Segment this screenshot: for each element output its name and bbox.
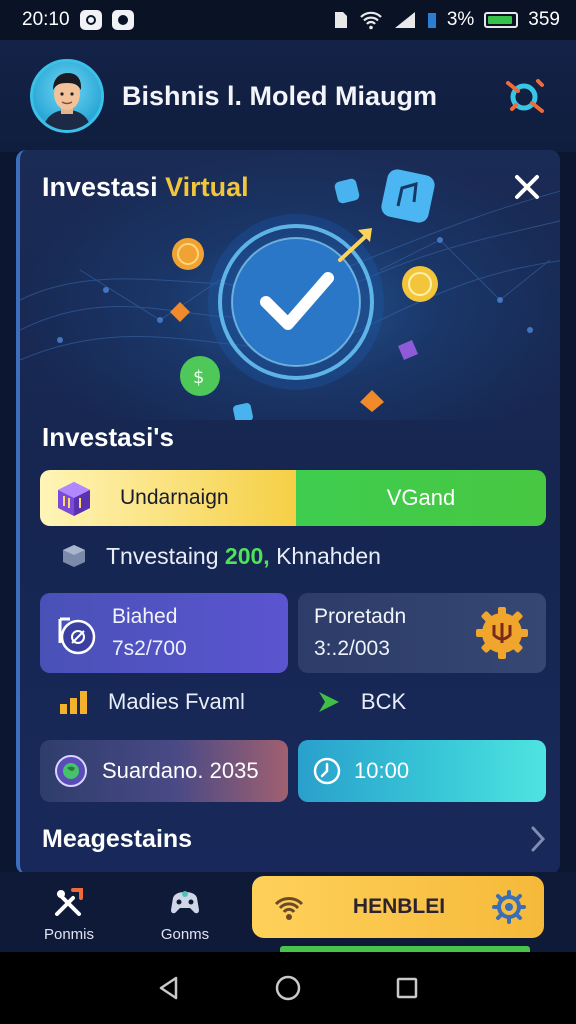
wifi-icon	[360, 11, 382, 30]
toggle-right-label: VGand	[386, 485, 456, 510]
sim-icon	[334, 12, 347, 28]
globe-badge-icon	[55, 755, 87, 787]
toggle-left-label: Undarnaign	[120, 486, 229, 509]
pill-button-right[interactable]: 10:00	[298, 740, 546, 802]
status-time: 20:10	[22, 9, 70, 30]
back-icon[interactable]	[154, 973, 184, 1003]
system-nav-bar	[0, 952, 576, 1024]
clock-icon	[313, 757, 341, 785]
cube-icon	[58, 482, 90, 516]
avatar[interactable]	[30, 59, 104, 133]
mini-item-bck-label: BCK	[360, 689, 407, 714]
recents-icon[interactable]	[392, 973, 422, 1003]
nav-item-gonms[interactable]: Gonms	[140, 884, 230, 943]
card-title-main: Investasi	[42, 172, 158, 202]
investment-info-row: Tnvestaing 200, Khnahden	[60, 542, 381, 570]
nav-item-ponmis[interactable]: Ponmis	[24, 884, 114, 943]
info-suffix: Khnahden	[276, 542, 381, 569]
stat-card-right[interactable]: Proretadn 3:.2/003	[298, 593, 546, 673]
svg-text:$: $	[193, 367, 204, 388]
orbit-search-icon[interactable]	[502, 73, 548, 119]
battery-small-icon	[427, 13, 436, 28]
battery-icon	[484, 12, 519, 28]
toggle-option-left[interactable]: Undarnaign	[40, 470, 296, 526]
stat-card-left[interactable]: Biahed 7s2/700	[40, 593, 288, 673]
avatar-person-icon	[43, 73, 91, 130]
status-right: 3% 359	[333, 9, 560, 31]
cta-label: HENBLEI	[352, 895, 446, 918]
pill-right-label: 10:00	[354, 758, 410, 783]
play-arrow-icon	[318, 692, 339, 712]
stat-right-value: 3:.2/003	[314, 637, 390, 660]
bar-chart-icon	[60, 691, 87, 714]
more-row[interactable]: Meagestains	[42, 824, 548, 854]
nav-label-ponmis: Ponmis	[43, 926, 95, 943]
card-title-accent: Virtual	[165, 172, 249, 202]
signal-icon	[394, 12, 415, 28]
stat-right-label: Proretadn	[314, 605, 407, 628]
mini-item-funds-label: Madies Fvaml	[108, 689, 245, 714]
box-icon	[63, 545, 85, 567]
header-title: Bishnis l. Moled Miaugm	[122, 80, 438, 111]
notification-app-icon	[79, 10, 102, 30]
more-label: Meagestains	[42, 824, 193, 853]
bottom-nav: Ponmis Gonms HENBLEI	[0, 872, 576, 952]
wifi-shield-icon	[274, 897, 304, 920]
mini-item-bck[interactable]: BCK	[315, 688, 406, 716]
home-icon[interactable]	[273, 973, 303, 1003]
gamepad-icon	[171, 891, 199, 914]
gear-badge-icon	[476, 607, 528, 659]
primary-cta-button[interactable]: HENBLEI	[252, 876, 544, 938]
nav-label-gonms: Gonms	[160, 926, 210, 943]
stat-left-label: Biahed	[112, 605, 178, 628]
status-right-value: 359	[528, 9, 560, 30]
status-bar: 20:10 3% 359	[0, 0, 576, 40]
section-heading: Investasi's	[42, 422, 174, 452]
tools-icon	[55, 888, 83, 916]
pill-left-label: Suardano. 2035	[102, 758, 259, 783]
notification-message-icon	[111, 10, 134, 30]
status-left: 20:10	[22, 9, 134, 31]
close-button[interactable]	[508, 168, 546, 206]
gear-icon	[492, 890, 526, 924]
battery-percent: 3%	[446, 9, 475, 30]
pill-button-left[interactable]: Suardano. 2035	[40, 740, 288, 802]
close-icon	[515, 175, 539, 199]
fitness-badge-icon	[58, 617, 96, 655]
toggle-option-right[interactable]: VGand	[296, 470, 546, 526]
stat-left-value: 7s2/700	[112, 637, 187, 660]
info-prefix: Tnvestaing	[106, 542, 219, 569]
app-header: Bishnis l. Moled Miaugm	[0, 40, 576, 152]
mini-item-funds[interactable]: Madies Fvaml	[58, 688, 245, 716]
info-highlight: 200,	[224, 542, 270, 569]
card-title: Investasi Virtual	[42, 172, 249, 203]
mini-info-row: Madies Fvaml BCK	[58, 688, 538, 716]
chevron-right-icon	[531, 826, 546, 852]
investment-card: $ Investasi Virtual Investasi's Undarnai…	[16, 150, 560, 874]
mode-toggle: Undarnaign VGand	[40, 470, 546, 526]
